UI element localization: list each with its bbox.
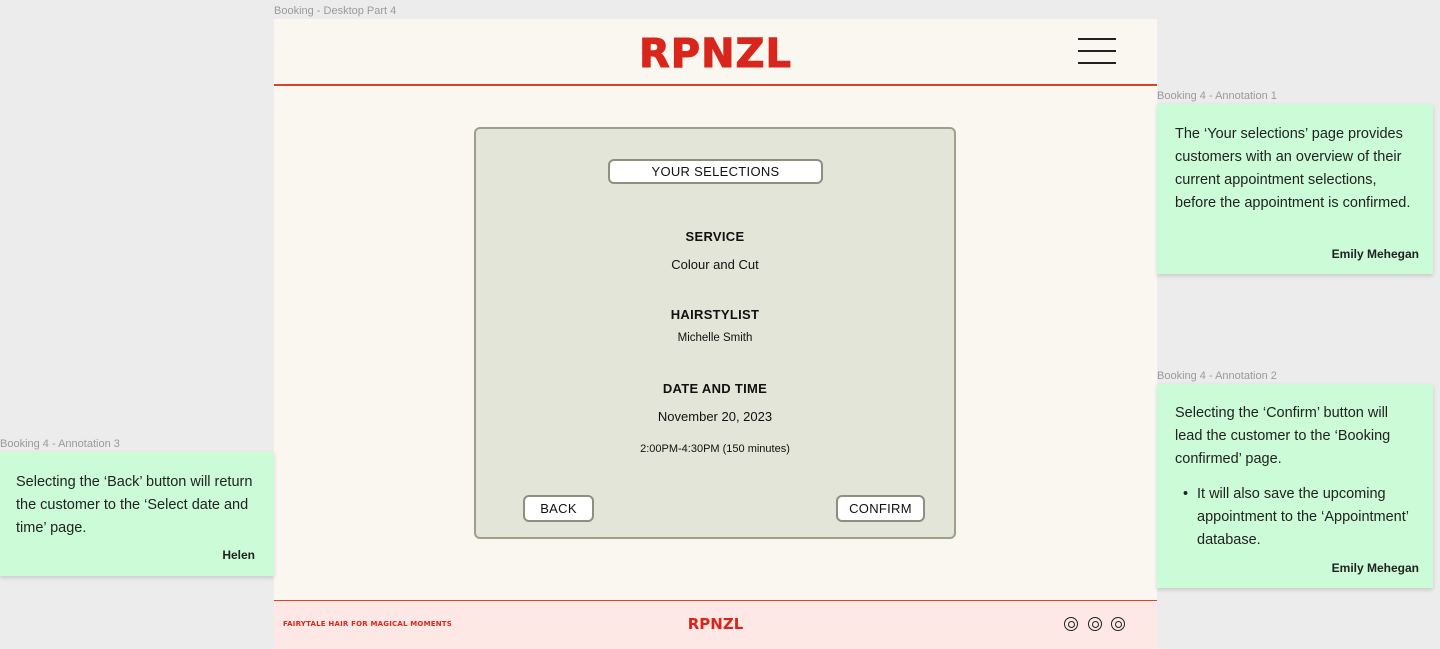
annotation-1-note: The ‘Your selections’ page provides cust…	[1157, 104, 1433, 274]
annotation-3-note: Selecting the ‘Back’ button will return …	[0, 452, 274, 576]
social-icon-1[interactable]	[1064, 617, 1078, 631]
site-footer: Fairytale hair for magical moments RPNZL	[274, 600, 1157, 649]
frame-label: Booking - Desktop Part 4	[274, 5, 397, 17]
site-header: RPNZL	[274, 19, 1157, 86]
time-value: 2:00PM-4:30PM (150 minutes)	[640, 443, 790, 455]
hairstylist-heading: HAIRSTYLIST	[670, 307, 760, 322]
datetime-heading: DATE AND TIME	[662, 381, 768, 396]
hairstylist-value: Michelle Smith	[677, 332, 753, 344]
service-value: Colour and Cut	[671, 257, 759, 272]
booking-frame: RPNZL YOUR SELECTIONS SERVICE Colour and…	[274, 19, 1157, 649]
annotation-2-author: Emily Mehegan	[1331, 561, 1419, 575]
annotation-2-note: Selecting the ‘Confirm’ button will lead…	[1157, 384, 1433, 588]
logo[interactable]: RPNZL	[638, 31, 792, 78]
service-heading: SERVICE	[685, 229, 745, 244]
confirm-button[interactable]: CONFIRM	[836, 495, 925, 522]
footer-logo[interactable]: RPNZL	[688, 615, 744, 633]
annotation-1-label: Booking 4 - Annotation 1	[1157, 90, 1277, 102]
annotation-3-text: Selecting the ‘Back’ button will return …	[16, 474, 253, 536]
annotation-1-text: The ‘Your selections’ page provides cust…	[1175, 126, 1411, 211]
hamburger-menu-icon[interactable]	[1078, 38, 1116, 64]
back-button[interactable]: BACK	[523, 495, 594, 522]
annotation-1-author: Emily Mehegan	[1331, 247, 1419, 261]
selections-card: YOUR SELECTIONS SERVICE Colour and Cut H…	[474, 127, 956, 539]
annotation-2-label: Booking 4 - Annotation 2	[1157, 370, 1277, 382]
annotation-2-text: Selecting the ‘Confirm’ button will lead…	[1175, 405, 1391, 467]
annotation-2-bullet: It will also save the upcoming appointme…	[1175, 483, 1415, 552]
annotation-2-list: It will also save the upcoming appointme…	[1175, 483, 1415, 552]
instagram-icon[interactable]	[1111, 617, 1125, 631]
annotation-3-label: Booking 4 - Annotation 3	[0, 438, 120, 450]
footer-tagline: Fairytale hair for magical moments	[283, 620, 452, 628]
date-value: November 20, 2023	[657, 409, 773, 424]
selections-title: YOUR SELECTIONS	[608, 159, 823, 184]
facebook-icon[interactable]	[1088, 617, 1102, 631]
annotation-3-author: Helen	[222, 548, 255, 562]
